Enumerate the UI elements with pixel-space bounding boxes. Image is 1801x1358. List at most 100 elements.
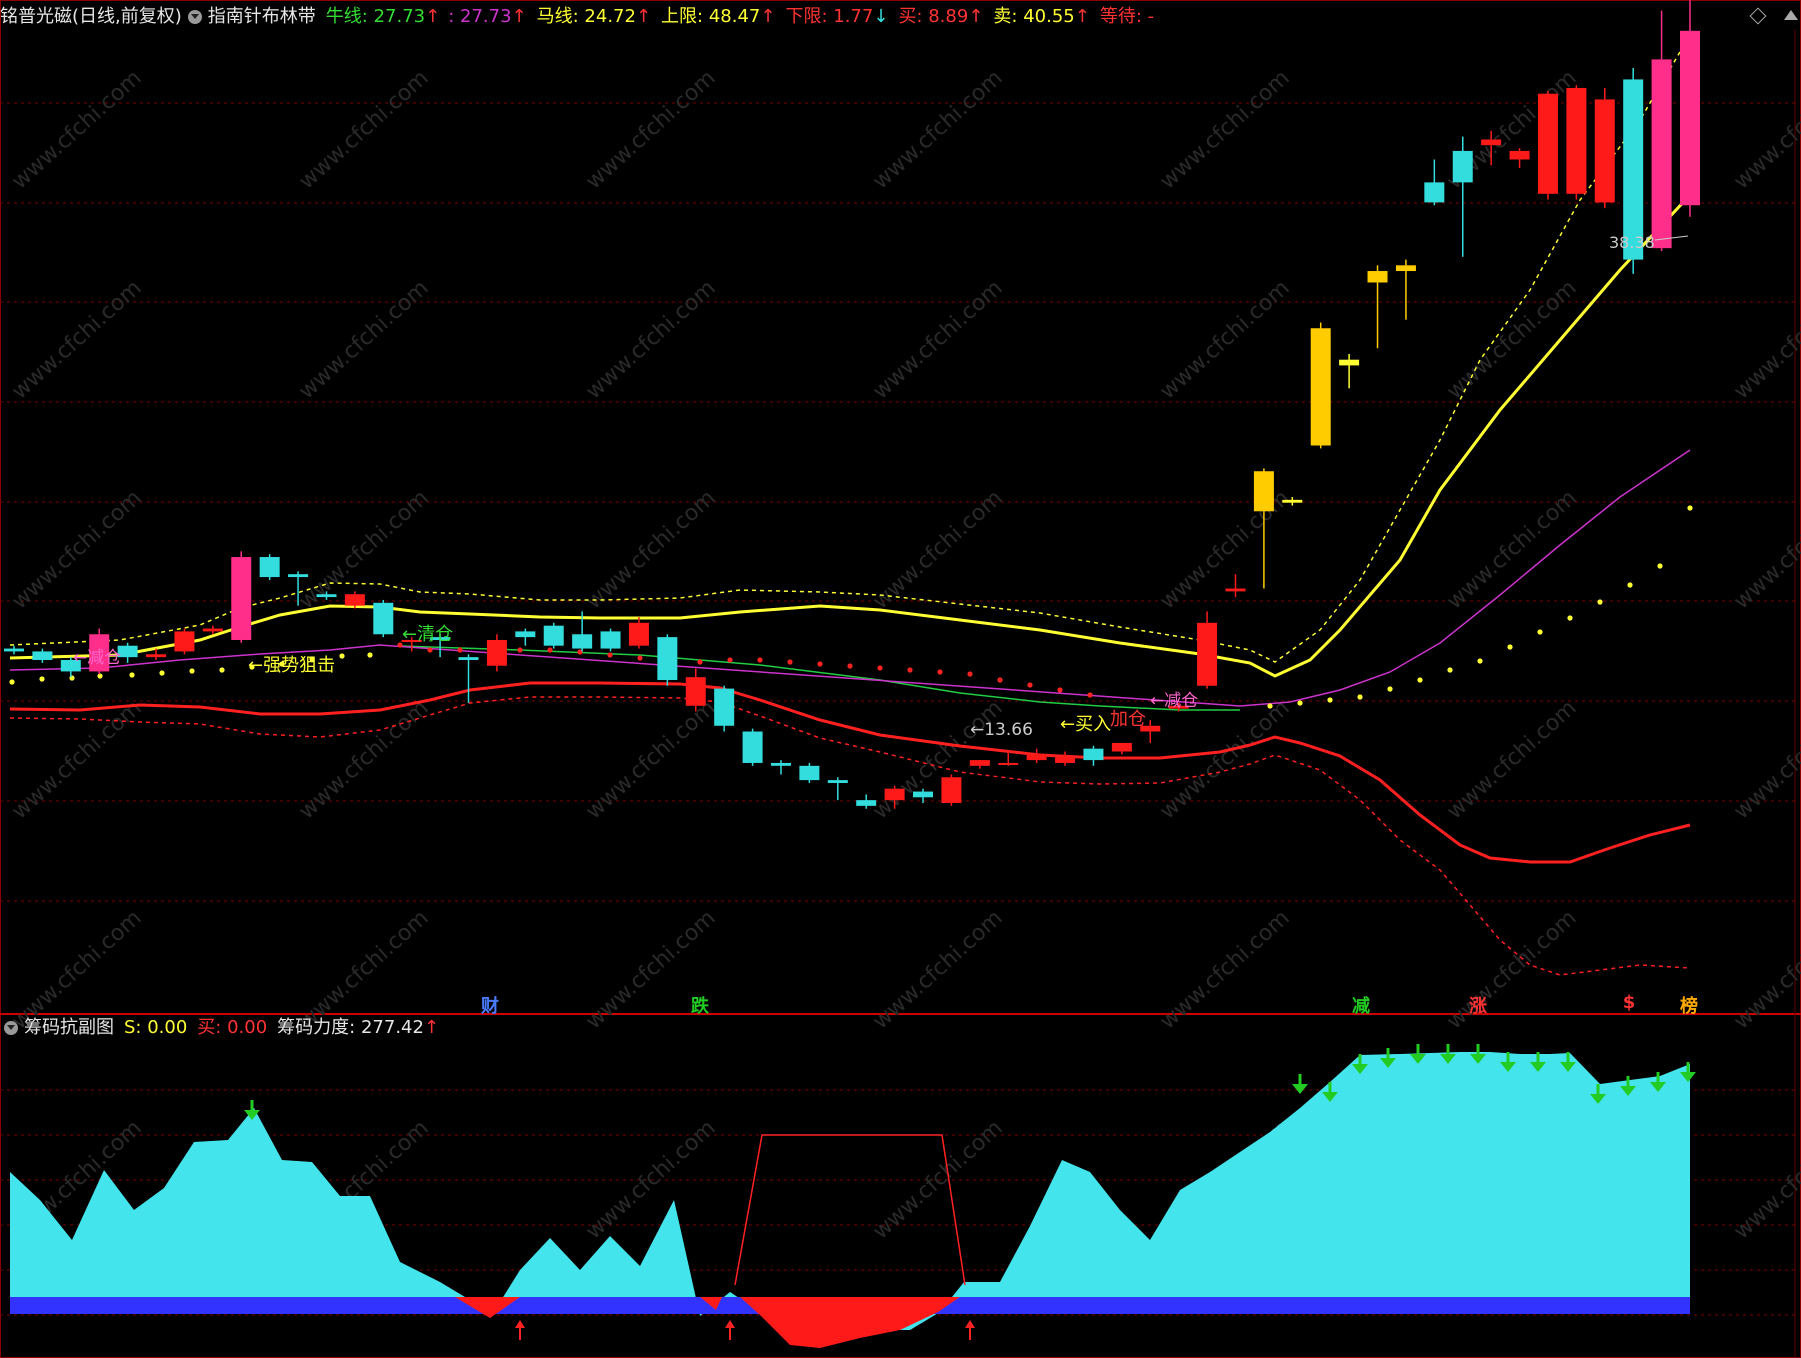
- red-dot: [697, 659, 703, 665]
- stock-name: 铭普光磁(日线,前复权): [0, 6, 182, 27]
- candle-body: [742, 731, 763, 763]
- upper-band-line: [9, 193, 1692, 678]
- red-dot: [967, 671, 973, 677]
- power-value: 筹码力度: 277.42: [277, 1017, 424, 1038]
- annot-add: 加仓: [1110, 709, 1146, 730]
- up-arrow-icon: ↑: [423, 1017, 440, 1038]
- yellow-dot: [1297, 700, 1303, 706]
- dropdown-icon[interactable]: [187, 10, 202, 24]
- candle-body: [1339, 359, 1360, 366]
- annot-buy-in: ←买入: [1060, 714, 1112, 735]
- signal-cai: 财: [481, 996, 499, 1017]
- red-dot: [757, 657, 763, 663]
- red-dip: [740, 1297, 960, 1348]
- candle-body: [1111, 742, 1132, 752]
- watermark-text: www.cfchi.com: [1729, 486, 1801, 615]
- candle-body: [770, 762, 791, 766]
- candle-body: [486, 639, 507, 666]
- price-chart[interactable]: www.cfchi.com www.cfchi.com www.cfchi.com w…: [0, 0, 1801, 1358]
- yellow-dot: [1657, 563, 1663, 569]
- candle-body: [799, 765, 820, 781]
- watermark-text: www.cfchi.com: [1729, 66, 1801, 195]
- candle-body: [146, 654, 167, 658]
- candle-body: [1481, 139, 1502, 146]
- watermark-text: www.cfchi.com: [1155, 906, 1294, 1035]
- upper-value: 上限: 48.47: [661, 6, 761, 27]
- candle-body: [969, 760, 990, 766]
- candle-body: [32, 651, 53, 660]
- red-dot: [727, 657, 733, 663]
- candle-body: [856, 800, 877, 806]
- yellow-dot: [9, 679, 15, 685]
- yellow-dot: [1477, 658, 1483, 664]
- red-dot: [427, 647, 433, 653]
- candle-body: [657, 637, 678, 681]
- annot-reduce2: ←减仓: [1150, 691, 1199, 711]
- candle-body: [884, 788, 905, 801]
- candle-body: [1566, 88, 1587, 194]
- candle-body: [685, 677, 706, 706]
- yellow-dot: [1447, 667, 1453, 673]
- watermark-text: www.cfchi.com: [7, 66, 146, 195]
- candle-body: [1452, 150, 1473, 183]
- chart-area[interactable]: www.cfchi.com www.cfchi.com www.cfchi.com w…: [0, 0, 1801, 1358]
- red-dot: [817, 661, 823, 667]
- red-dot: [787, 659, 793, 665]
- red-dot: [1027, 682, 1033, 688]
- candle-body: [913, 791, 934, 798]
- red-dot: [637, 655, 643, 661]
- annot-low-price: ←13.66: [970, 720, 1033, 740]
- yellow-dot: [1417, 677, 1423, 683]
- watermark-text: www.cfchi.com: [1155, 66, 1294, 195]
- yellow-dot: [1357, 694, 1363, 700]
- dropdown-icon[interactable]: [4, 1021, 18, 1035]
- candle-body: [515, 631, 536, 638]
- signal-zhang: 涨: [1469, 996, 1487, 1017]
- candle-body: [1680, 30, 1700, 206]
- candle-body: [1537, 93, 1558, 194]
- indicator-name: 指南针布林带: [207, 6, 316, 27]
- sub-buy-value: 买: 0.00: [197, 1017, 268, 1038]
- signal-dollar: $: [1622, 992, 1636, 1013]
- candle-body: [174, 631, 195, 652]
- purple-value: : 27.73: [448, 6, 512, 27]
- yellow-dot: [1507, 644, 1513, 650]
- candle-body: [572, 634, 593, 649]
- watermark-text: www.cfchi.com: [294, 276, 433, 405]
- watermark-text: www.cfchi.com: [868, 66, 1007, 195]
- up-arrow-icon: ↑: [635, 6, 652, 27]
- watermark-text: www.cfchi.com: [1729, 276, 1801, 405]
- red-dot: [847, 663, 853, 669]
- s-value: S: 0.00: [124, 1017, 188, 1038]
- scroll-up-icon[interactable]: [1784, 10, 1798, 20]
- candle-body: [288, 574, 309, 578]
- candle-body: [998, 762, 1019, 765]
- down-arrow-icon: ↓: [873, 6, 889, 27]
- red-dot: [517, 647, 523, 653]
- sell-value: 卖: 40.55: [993, 6, 1075, 27]
- sub-indicator-name: 筹码抗副图: [24, 1017, 114, 1038]
- candle-body: [941, 777, 962, 803]
- horse-value: 马线: 24.72: [536, 6, 636, 27]
- signal-bang: 榜: [1680, 996, 1698, 1017]
- candle-body: [4, 648, 24, 652]
- red-dot: [607, 652, 613, 658]
- red-dot: [1087, 692, 1093, 698]
- yellow-dot: [129, 672, 135, 678]
- candle-body: [458, 657, 479, 660]
- candle-body: [259, 557, 280, 578]
- red-dot: [937, 669, 943, 675]
- up-arrow-icon: ↑: [968, 6, 984, 27]
- candle-body: [1282, 499, 1303, 503]
- candle-body: [1197, 622, 1218, 686]
- candle-body: [1395, 265, 1416, 272]
- yellow-dot: [1327, 697, 1333, 703]
- watermark-text: www.cfchi.com: [581, 276, 720, 405]
- watermark-text: www.cfchi.com: [868, 696, 1007, 825]
- watermark-text: www.cfchi.com: [1155, 696, 1294, 825]
- red-dot: [457, 647, 463, 653]
- yellow-dot: [367, 652, 373, 658]
- yellow-dot: [1627, 582, 1633, 588]
- yellow-dot: [1567, 615, 1573, 621]
- watermark-text: www.cfchi.com: [1442, 906, 1581, 1035]
